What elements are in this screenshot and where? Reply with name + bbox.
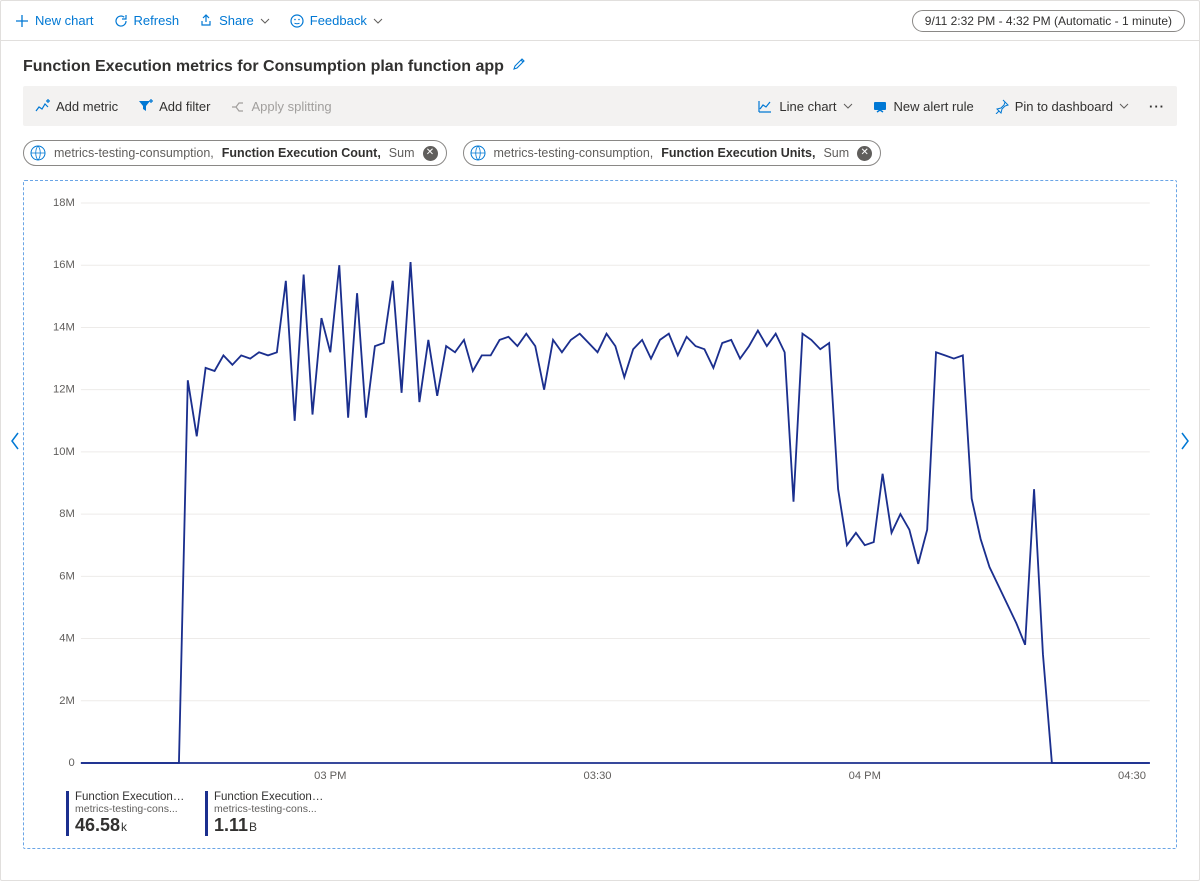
- feedback-button[interactable]: Feedback: [290, 13, 383, 28]
- apply-splitting-button: Apply splitting: [230, 99, 331, 114]
- more-options-button[interactable]: ···: [1149, 99, 1165, 114]
- refresh-icon: [114, 14, 128, 28]
- pin-icon: [994, 99, 1009, 114]
- add-filter-label: Add filter: [159, 99, 210, 114]
- new-alert-rule-label: New alert rule: [894, 99, 974, 114]
- resource-icon: [470, 145, 486, 161]
- metric-pill-agg: Sum: [389, 146, 415, 160]
- new-alert-rule-button[interactable]: New alert rule: [873, 99, 974, 114]
- refresh-label: Refresh: [134, 13, 180, 28]
- share-label: Share: [219, 13, 254, 28]
- legend-subtitle: metrics-testing-cons...: [214, 803, 324, 815]
- chevron-down-icon: [373, 18, 383, 24]
- split-icon: [230, 99, 245, 114]
- svg-text:12M: 12M: [53, 384, 75, 396]
- plus-icon: [15, 14, 29, 28]
- ellipsis-icon: ···: [1149, 99, 1165, 114]
- legend-card-1[interactable]: Function Execution U... metrics-testing-…: [205, 791, 324, 836]
- svg-text:16M: 16M: [53, 259, 75, 271]
- pin-label: Pin to dashboard: [1015, 99, 1113, 114]
- chart-type-dropdown[interactable]: Line chart: [758, 99, 852, 114]
- share-button[interactable]: Share: [199, 13, 270, 28]
- metric-pill-1[interactable]: metrics-testing-consumption, Function Ex…: [463, 140, 882, 166]
- legend-value: 1.11: [214, 815, 248, 835]
- edit-title-button[interactable]: [512, 57, 526, 76]
- metric-pill-0[interactable]: metrics-testing-consumption, Function Ex…: [23, 140, 447, 166]
- legend-unit: k: [121, 820, 127, 834]
- svg-text:6M: 6M: [59, 570, 75, 582]
- svg-text:8M: 8M: [59, 508, 75, 520]
- time-range-picker[interactable]: 9/11 2:32 PM - 4:32 PM (Automatic - 1 mi…: [912, 10, 1185, 32]
- metric-pill-agg: Sum: [823, 146, 849, 160]
- svg-text:0: 0: [69, 757, 75, 769]
- chart-container: 0 2M 4M 6M 8M 10M 12M 14M 16M 18M 03 PM 03:30 04 PM 0…: [23, 180, 1177, 849]
- legend-value: 46.58: [75, 815, 120, 835]
- chevron-down-icon: [1119, 103, 1129, 109]
- chevron-right-icon: [1179, 431, 1191, 451]
- metric-pill-scope: metrics-testing-consumption,: [54, 146, 214, 160]
- svg-text:04:30: 04:30: [1118, 770, 1146, 782]
- feedback-icon: [290, 14, 304, 28]
- legend-title: Function Execution C...: [75, 791, 185, 803]
- page-title: Function Execution metrics for Consumpti…: [23, 58, 504, 76]
- add-metric-icon: [35, 99, 50, 114]
- add-metric-label: Add metric: [56, 99, 118, 114]
- line-chart-plot[interactable]: 0 2M 4M 6M 8M 10M 12M 14M 16M 18M 03 PM 03:30 04 PM 0…: [30, 193, 1160, 783]
- resource-icon: [30, 145, 46, 161]
- share-icon: [199, 14, 213, 28]
- pin-to-dashboard-button[interactable]: Pin to dashboard: [994, 99, 1129, 114]
- top-command-bar: New chart Refresh Share Feedback 9/11 2:…: [1, 1, 1199, 41]
- svg-text:18M: 18M: [53, 197, 75, 209]
- metric-pill-metric: Function Execution Count,: [222, 146, 381, 160]
- legend-unit: B: [249, 820, 257, 834]
- next-chart-button[interactable]: [1179, 431, 1191, 451]
- page-title-row: Function Execution metrics for Consumpti…: [1, 41, 1199, 86]
- svg-text:10M: 10M: [53, 446, 75, 458]
- remove-metric-button[interactable]: ✕: [423, 146, 438, 161]
- chart-action-bar: Add metric Add filter Apply splitting Li…: [23, 86, 1177, 126]
- feedback-label: Feedback: [310, 13, 367, 28]
- apply-splitting-label: Apply splitting: [251, 99, 331, 114]
- metric-pill-metric: Function Execution Units,: [661, 146, 815, 160]
- chevron-left-icon: [9, 431, 21, 451]
- legend-row: Function Execution C... metrics-testing-…: [30, 783, 1160, 838]
- chevron-down-icon: [260, 18, 270, 24]
- refresh-button[interactable]: Refresh: [114, 13, 180, 28]
- alert-icon: [873, 99, 888, 114]
- legend-subtitle: metrics-testing-cons...: [75, 803, 185, 815]
- svg-text:14M: 14M: [53, 322, 75, 334]
- metric-pill-scope: metrics-testing-consumption,: [494, 146, 654, 160]
- svg-text:03 PM: 03 PM: [314, 770, 346, 782]
- chevron-down-icon: [843, 103, 853, 109]
- new-chart-button[interactable]: New chart: [15, 13, 94, 28]
- prev-chart-button[interactable]: [9, 431, 21, 451]
- svg-text:4M: 4M: [59, 633, 75, 645]
- time-range-label: 9/11 2:32 PM - 4:32 PM (Automatic - 1 mi…: [925, 14, 1172, 28]
- remove-metric-button[interactable]: ✕: [857, 146, 872, 161]
- svg-text:04 PM: 04 PM: [849, 770, 881, 782]
- add-metric-button[interactable]: Add metric: [35, 99, 118, 114]
- svg-text:2M: 2M: [59, 695, 75, 707]
- legend-title: Function Execution U...: [214, 791, 324, 803]
- svg-text:03:30: 03:30: [584, 770, 612, 782]
- legend-card-0[interactable]: Function Execution C... metrics-testing-…: [66, 791, 185, 836]
- chart-type-label: Line chart: [779, 99, 836, 114]
- pencil-icon: [512, 57, 526, 71]
- add-filter-button[interactable]: Add filter: [138, 99, 210, 114]
- new-chart-label: New chart: [35, 13, 94, 28]
- line-chart-icon: [758, 99, 773, 114]
- filter-icon: [138, 99, 153, 114]
- metric-pill-row: metrics-testing-consumption, Function Ex…: [1, 126, 1199, 176]
